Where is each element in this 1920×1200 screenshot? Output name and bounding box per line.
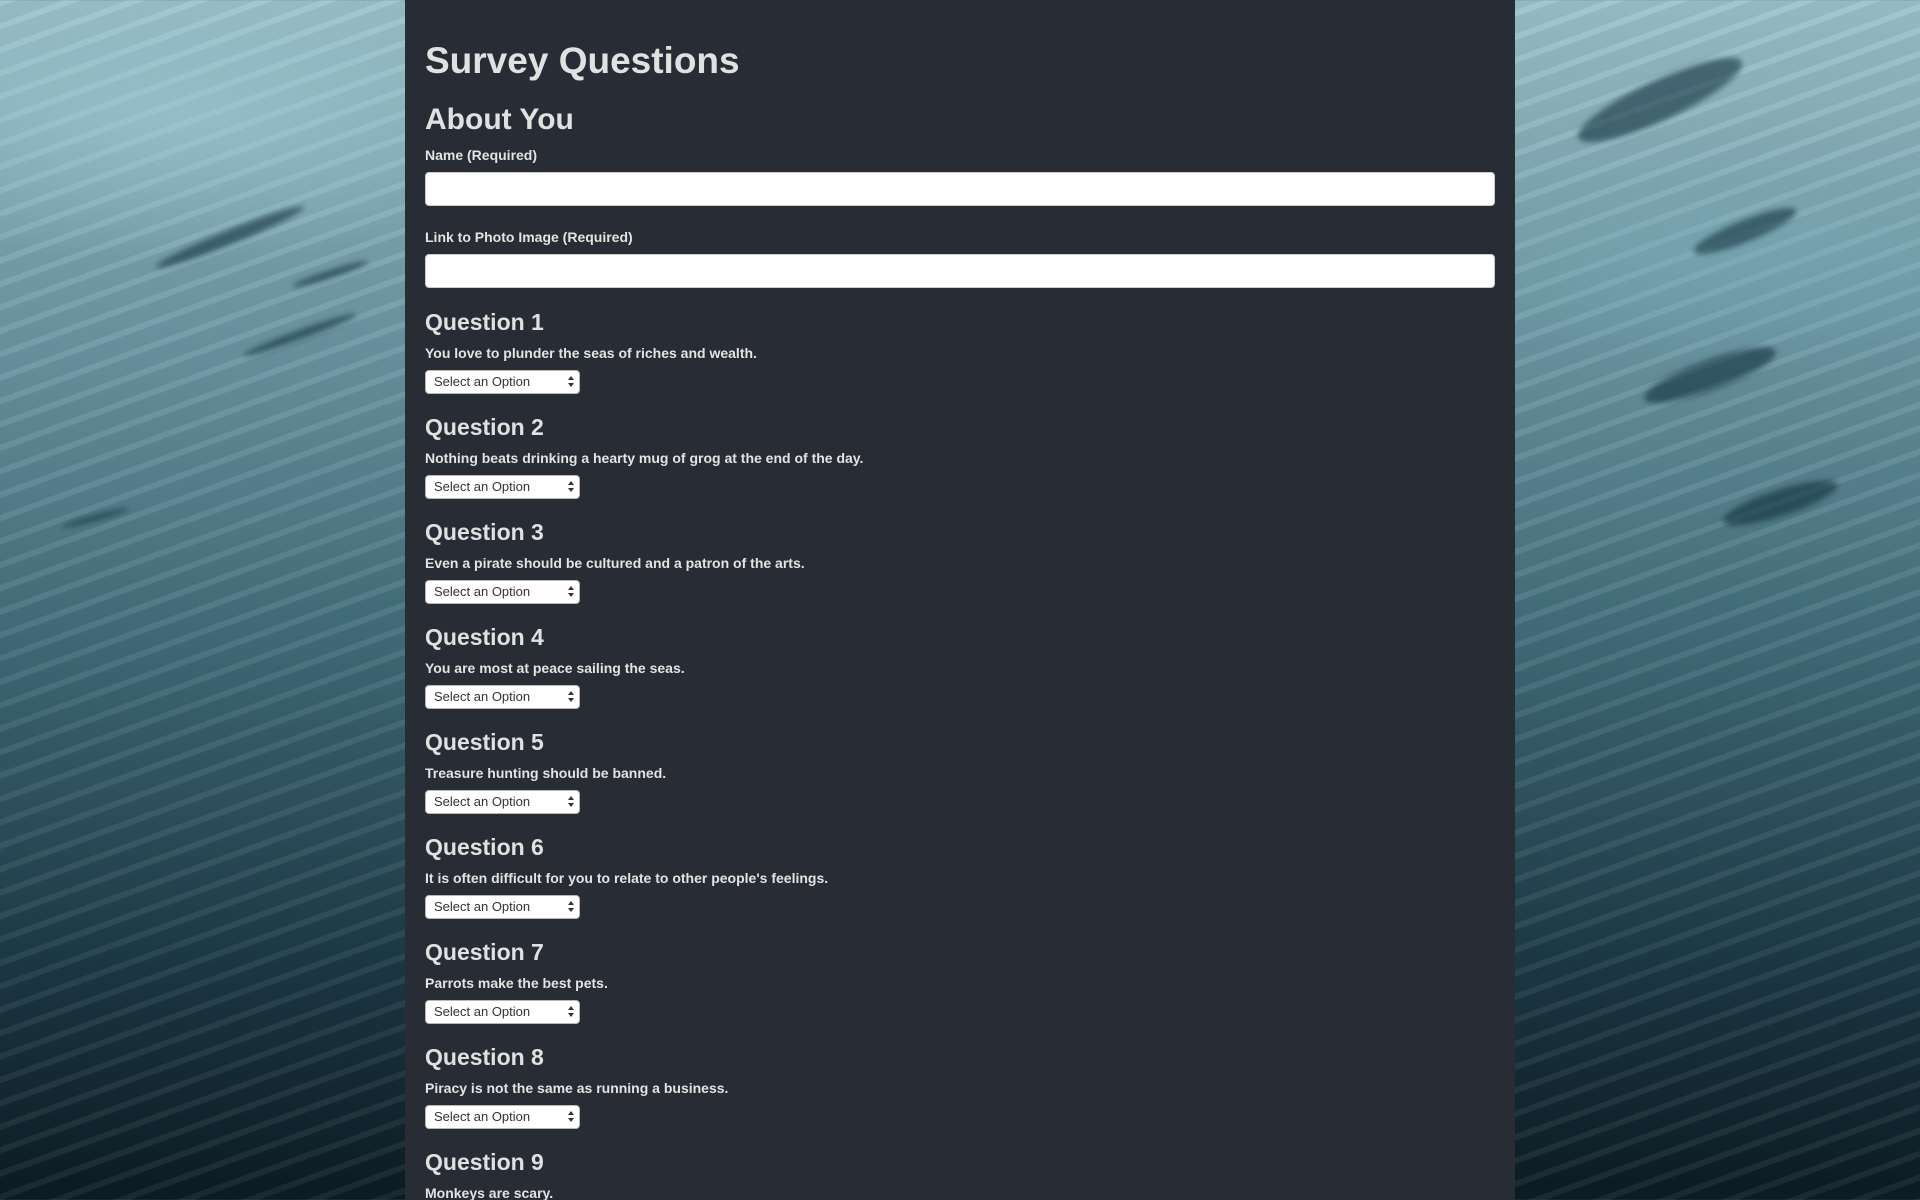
name-field-group: Name (Required) — [425, 146, 1495, 206]
question-heading: Question 5 — [425, 729, 544, 755]
question-2: Question 2 Nothing beats drinking a hear… — [425, 413, 1495, 499]
photo-link-input[interactable] — [425, 254, 1495, 288]
answer-select[interactable]: Select an Option — [425, 895, 580, 919]
select-arrows-icon — [568, 900, 575, 914]
question-text: It is often difficult for you to relate … — [425, 870, 829, 886]
name-label: Name (Required) — [425, 147, 538, 163]
answer-select[interactable]: Select an Option — [425, 1105, 580, 1129]
question-text: Parrots make the best pets. — [425, 975, 608, 991]
question-1: Question 1 You love to plunder the seas … — [425, 308, 1495, 394]
select-value: Select an Option — [434, 689, 531, 704]
question-7: Question 7 Parrots make the best pets. S… — [425, 938, 1495, 1024]
question-heading: Question 7 — [425, 939, 544, 965]
photo-field-group: Link to Photo Image (Required) — [425, 228, 1495, 288]
question-text: Monkeys are scary. — [425, 1185, 554, 1200]
photo-link-label: Link to Photo Image (Required) — [425, 229, 633, 245]
question-text: Even a pirate should be cultured and a p… — [425, 555, 805, 571]
select-arrows-icon — [568, 795, 575, 809]
answer-select[interactable]: Select an Option — [425, 580, 580, 604]
select-value: Select an Option — [434, 794, 531, 809]
question-text: Nothing beats drinking a hearty mug of g… — [425, 450, 864, 466]
question-heading: Question 3 — [425, 519, 544, 545]
survey-panel: Survey Questions About You Name (Require… — [405, 0, 1515, 1200]
question-9: Question 9 Monkeys are scary. — [425, 1148, 1495, 1200]
question-text: You are most at peace sailing the seas. — [425, 660, 685, 676]
question-3: Question 3 Even a pirate should be cultu… — [425, 518, 1495, 604]
select-arrows-icon — [568, 480, 575, 494]
question-text: You love to plunder the seas of riches a… — [425, 345, 757, 361]
select-arrows-icon — [568, 585, 575, 599]
question-text: Treasure hunting should be banned. — [425, 765, 667, 781]
question-heading: Question 1 — [425, 309, 544, 335]
answer-select[interactable]: Select an Option — [425, 475, 580, 499]
select-value: Select an Option — [434, 1109, 531, 1124]
page-title: Survey Questions — [425, 40, 740, 81]
answer-select[interactable]: Select an Option — [425, 1000, 580, 1024]
question-heading: Question 6 — [425, 834, 544, 860]
select-value: Select an Option — [434, 584, 531, 599]
section-title-about-you: About You — [425, 103, 574, 136]
answer-select[interactable]: Select an Option — [425, 370, 580, 394]
answer-select[interactable]: Select an Option — [425, 685, 580, 709]
question-heading: Question 9 — [425, 1149, 544, 1175]
question-4: Question 4 You are most at peace sailing… — [425, 623, 1495, 709]
select-value: Select an Option — [434, 479, 531, 494]
select-arrows-icon — [568, 1110, 575, 1124]
select-value: Select an Option — [434, 374, 531, 389]
question-text: Piracy is not the same as running a busi… — [425, 1080, 729, 1096]
select-value: Select an Option — [434, 1004, 531, 1019]
question-heading: Question 4 — [425, 624, 544, 650]
question-5: Question 5 Treasure hunting should be ba… — [425, 728, 1495, 814]
name-input[interactable] — [425, 172, 1495, 206]
question-8: Question 8 Piracy is not the same as run… — [425, 1043, 1495, 1129]
select-arrows-icon — [568, 375, 575, 389]
answer-select[interactable]: Select an Option — [425, 790, 580, 814]
question-heading: Question 8 — [425, 1044, 544, 1070]
question-6: Question 6 It is often difficult for you… — [425, 833, 1495, 919]
select-value: Select an Option — [434, 899, 531, 914]
question-heading: Question 2 — [425, 414, 544, 440]
select-arrows-icon — [568, 1005, 575, 1019]
select-arrows-icon — [568, 690, 575, 704]
